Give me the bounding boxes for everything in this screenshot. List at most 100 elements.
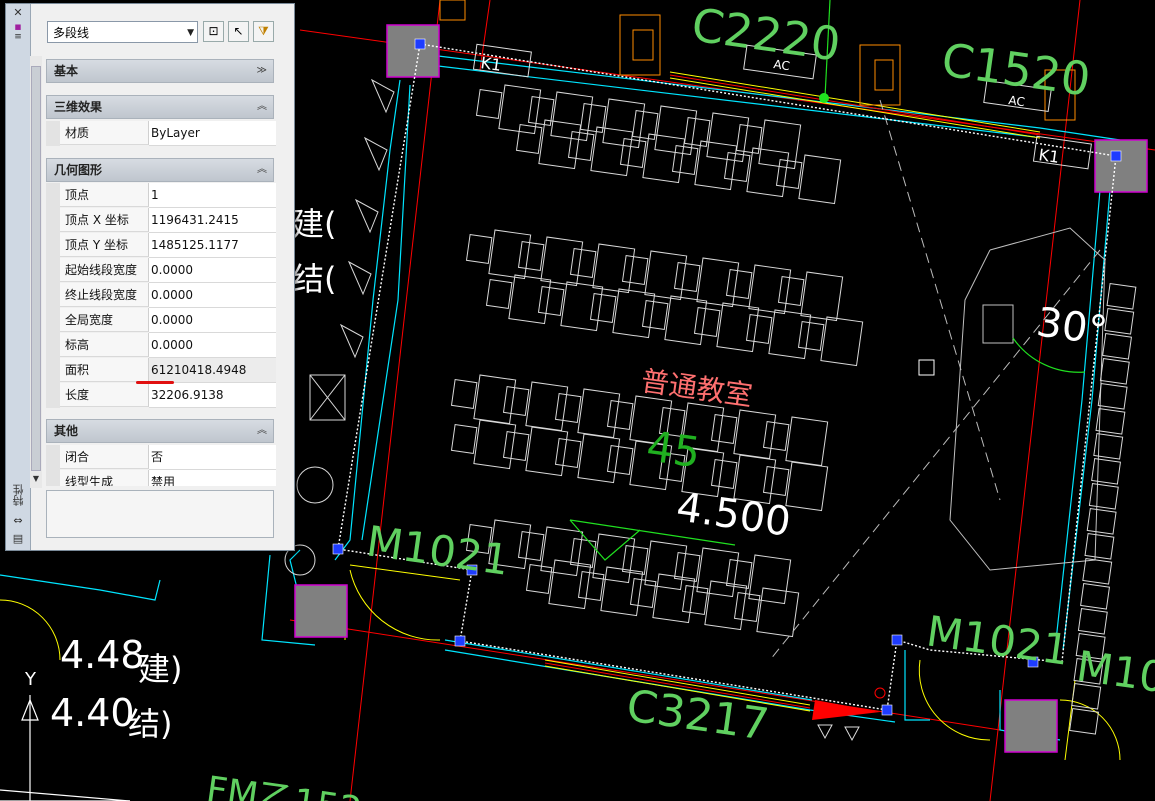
label-cropped2: 结(	[292, 260, 337, 298]
desk	[590, 126, 634, 177]
label-k1-right: K1	[1037, 145, 1060, 167]
label-ac2: AC	[1008, 93, 1026, 109]
desk-array	[450, 84, 864, 638]
desk	[473, 419, 517, 470]
desk	[592, 533, 636, 584]
chair	[762, 421, 790, 451]
chair	[641, 300, 669, 330]
symbol-markers	[817, 724, 860, 742]
stair-tread	[1077, 608, 1108, 635]
desk	[696, 257, 740, 308]
grip	[332, 543, 344, 555]
desk	[748, 264, 792, 315]
green-grip[interactable]	[819, 93, 829, 103]
chair	[517, 241, 545, 271]
chair	[723, 152, 751, 182]
desk	[600, 566, 644, 617]
chair	[777, 276, 805, 306]
row-gutter	[46, 470, 60, 486]
chair	[671, 145, 699, 175]
white-pick-box	[918, 359, 935, 376]
chair	[725, 269, 753, 299]
left-chairs	[284, 78, 395, 576]
desk	[820, 316, 864, 367]
chair	[554, 438, 582, 468]
grip	[891, 634, 903, 646]
desk	[800, 271, 844, 322]
desk	[525, 381, 569, 432]
chair	[621, 255, 649, 285]
level-440: 4.40	[50, 691, 135, 735]
desk	[664, 295, 708, 346]
chair	[567, 131, 595, 161]
auto-hide-icon[interactable]: ⇔	[10, 514, 26, 528]
stair-tread	[1069, 708, 1100, 735]
row-gutter	[46, 445, 60, 470]
stair-tread	[1082, 558, 1113, 585]
desk	[785, 416, 829, 467]
chair	[465, 234, 493, 264]
prop-value[interactable]: 禁用	[149, 470, 276, 486]
chair	[619, 138, 647, 168]
label-jian1: 建)	[138, 650, 183, 688]
prop-name: 线型生成	[60, 470, 149, 486]
dash-lines	[769, 99, 1101, 661]
desk	[694, 140, 738, 191]
chair	[450, 379, 478, 409]
desk	[508, 274, 552, 325]
prop-row[interactable]: 线型生成 禁用	[46, 470, 276, 486]
stair-tread	[1097, 383, 1128, 410]
stair-tread	[1091, 458, 1122, 485]
desk	[548, 559, 592, 610]
chair	[797, 321, 825, 351]
chair	[762, 466, 790, 496]
desk	[798, 154, 842, 205]
stair-tread	[1099, 358, 1130, 385]
desk	[488, 229, 532, 280]
stair-tread	[1102, 333, 1133, 360]
prop-value[interactable]: 否	[149, 445, 276, 470]
desk	[644, 250, 688, 301]
desk	[746, 147, 790, 198]
grip	[881, 704, 893, 716]
desk	[538, 119, 582, 170]
chair	[517, 531, 545, 561]
chair	[775, 159, 803, 189]
prop-row[interactable]: 闭合否	[46, 445, 276, 470]
stair-tread	[1088, 483, 1119, 510]
desk	[768, 309, 812, 360]
chair	[502, 431, 530, 461]
label-m-bottom: FM乙152	[204, 769, 365, 801]
chair	[710, 459, 738, 489]
label-c2220: C2220	[688, 0, 843, 72]
chair	[525, 564, 553, 594]
properties-menu-icon[interactable]: ▤	[10, 532, 26, 546]
desk	[540, 526, 584, 577]
chair	[745, 314, 773, 344]
desk	[577, 388, 621, 439]
grip	[454, 635, 466, 647]
chair	[673, 262, 701, 292]
desk	[560, 281, 604, 332]
label-cropped1: 建(	[292, 205, 337, 243]
label-ac1: AC	[773, 57, 791, 73]
label-m1021-left: M1021	[364, 516, 513, 584]
desk	[733, 409, 777, 460]
chair	[450, 424, 478, 454]
grip	[414, 38, 426, 50]
chair	[569, 248, 597, 278]
label-jie: 结)	[128, 705, 173, 743]
chair	[502, 386, 530, 416]
grip	[1110, 150, 1122, 162]
desk	[644, 540, 688, 591]
desk	[756, 587, 800, 638]
chair	[693, 307, 721, 337]
room-number: 45	[644, 421, 704, 477]
room-name: 普通教室	[639, 364, 755, 412]
chair	[681, 585, 709, 615]
stair-tread	[1086, 508, 1117, 535]
chair	[629, 578, 657, 608]
desk	[592, 243, 636, 294]
chair	[606, 400, 634, 430]
desk	[716, 302, 760, 353]
